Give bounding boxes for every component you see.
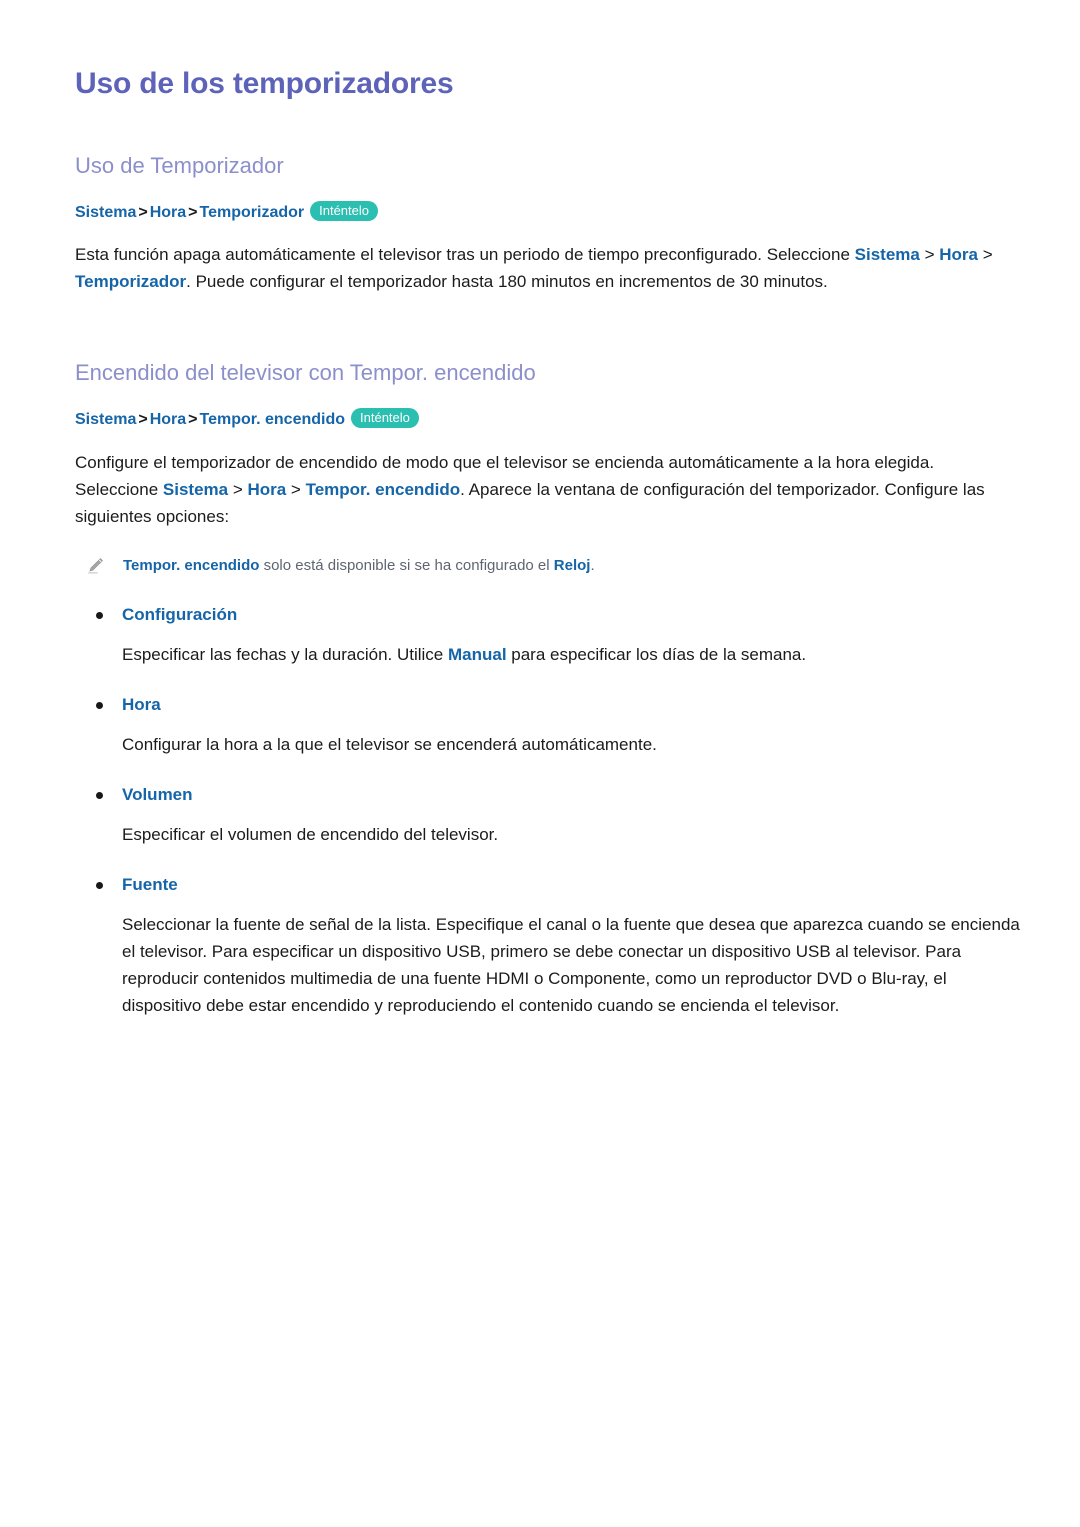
document-page: Uso de los temporizadores Uso de Tempori… (0, 0, 1080, 1527)
breadcrumb-separator: > (138, 203, 148, 221)
inline-separator: > (977, 245, 993, 265)
breadcrumb-temporizador: Sistema > Hora > Temporizador Inténtelo (75, 180, 1020, 224)
bullet-label-configuracion: Configuración (75, 602, 1020, 628)
bullet-body-text: Especificar las fechas y la duración. Ut… (122, 644, 448, 664)
paragraph-run-text: Esta función apaga automáticamente el te… (75, 245, 855, 265)
list-item: Configuración Especificar las fechas y l… (75, 578, 1020, 668)
note-keyword-tempor-encendido: Tempor. encendido (123, 556, 260, 574)
bullet-label-text: Fuente (122, 874, 178, 894)
inline-separator: > (228, 479, 248, 499)
inline-separator: > (919, 245, 940, 265)
paragraph-encendido-televisor: Configure el temporizador de encendido d… (75, 431, 1020, 530)
note-text-end: . (590, 556, 595, 574)
list-item: Fuente Seleccionar la fuente de señal de… (75, 848, 1020, 1019)
bullet-dot-icon (96, 701, 103, 709)
bullet-dot-icon (96, 881, 103, 889)
breadcrumb-item-temporizador[interactable]: Temporizador (200, 204, 305, 221)
bullet-body-text: Seleccionar la fuente de señal de la lis… (122, 914, 1020, 1015)
bullet-body-text: Configurar la hora a la que el televisor… (122, 734, 657, 754)
options-list: Configuración Especificar las fechas y l… (75, 578, 1020, 1019)
pencil-icon (85, 556, 105, 576)
bullet-body-hora: Configurar la hora a la que el televisor… (75, 718, 1020, 758)
breadcrumb-separator: > (188, 203, 198, 221)
bullet-body-text: Especificar el volumen de encendido del … (122, 824, 499, 844)
paragraph-run-text: . Puede configurar el temporizador hasta… (186, 272, 828, 292)
try-it-badge[interactable]: Inténtelo (351, 407, 419, 428)
bullet-label-volumen: Volumen (75, 782, 1020, 808)
note-callout: Tempor. encendido solo está disponible s… (75, 530, 1020, 578)
bullet-body-fuente: Seleccionar la fuente de señal de la lis… (75, 898, 1020, 1019)
inline-keyword-sistema: Sistema (854, 245, 920, 265)
bullet-dot-icon (96, 611, 103, 619)
bullet-body-text-end: para especificar los días de la semana. (506, 644, 807, 664)
bullet-dot-icon (96, 791, 103, 799)
inline-keyword-tempor-encendido: Tempor. encendido (305, 479, 461, 499)
list-item: Hora Configurar la hora a la que el tele… (75, 668, 1020, 758)
breadcrumb-item-sistema[interactable]: Sistema (75, 411, 136, 428)
bullet-body-volumen: Especificar el volumen de encendido del … (75, 808, 1020, 848)
inline-keyword-temporizador: Temporizador (75, 272, 187, 292)
bullet-label-hora: Hora (75, 692, 1020, 718)
breadcrumb-item-sistema[interactable]: Sistema (75, 204, 136, 221)
section-heading-encendido-televisor: Encendido del televisor con Tempor. ence… (75, 360, 536, 386)
breadcrumb-tempor-encendido: Sistema > Hora > Tempor. encendido Inténtelo (75, 387, 1020, 431)
note-keyword-reloj: Reloj (553, 556, 591, 574)
try-it-badge[interactable]: Inténtelo (310, 200, 378, 221)
bullet-label-text: Configuración (122, 604, 238, 624)
bullet-label-text: Hora (122, 694, 161, 714)
breadcrumb-item-tempor-encendido[interactable]: Tempor. encendido (200, 411, 346, 428)
breadcrumb-item-hora[interactable]: Hora (150, 204, 186, 221)
breadcrumb-separator: > (188, 410, 198, 428)
inline-keyword-sistema: Sistema (162, 479, 229, 499)
inline-keyword-hora: Hora (939, 245, 978, 265)
paragraph-uso-de-temporizador: Esta función apaga automáticamente el te… (75, 223, 1020, 295)
section-heading-uso-de-temporizador: Uso de Temporizador (75, 153, 284, 178)
list-item: Volumen Especificar el volumen de encend… (75, 758, 1020, 848)
note-text: solo está disponible si se ha configurad… (259, 556, 554, 574)
bullet-label-fuente: Fuente (75, 872, 1020, 898)
breadcrumb-item-hora[interactable]: Hora (150, 411, 186, 428)
page-title: Uso de los temporizadores (75, 67, 454, 100)
inline-keyword-manual: Manual (447, 644, 507, 664)
bullet-body-configuracion: Especificar las fechas y la duración. Ut… (75, 628, 1020, 668)
bullet-label-text: Volumen (122, 784, 193, 804)
inline-keyword-hora: Hora (247, 479, 287, 499)
inline-separator: > (286, 479, 306, 499)
breadcrumb-separator: > (138, 410, 148, 428)
